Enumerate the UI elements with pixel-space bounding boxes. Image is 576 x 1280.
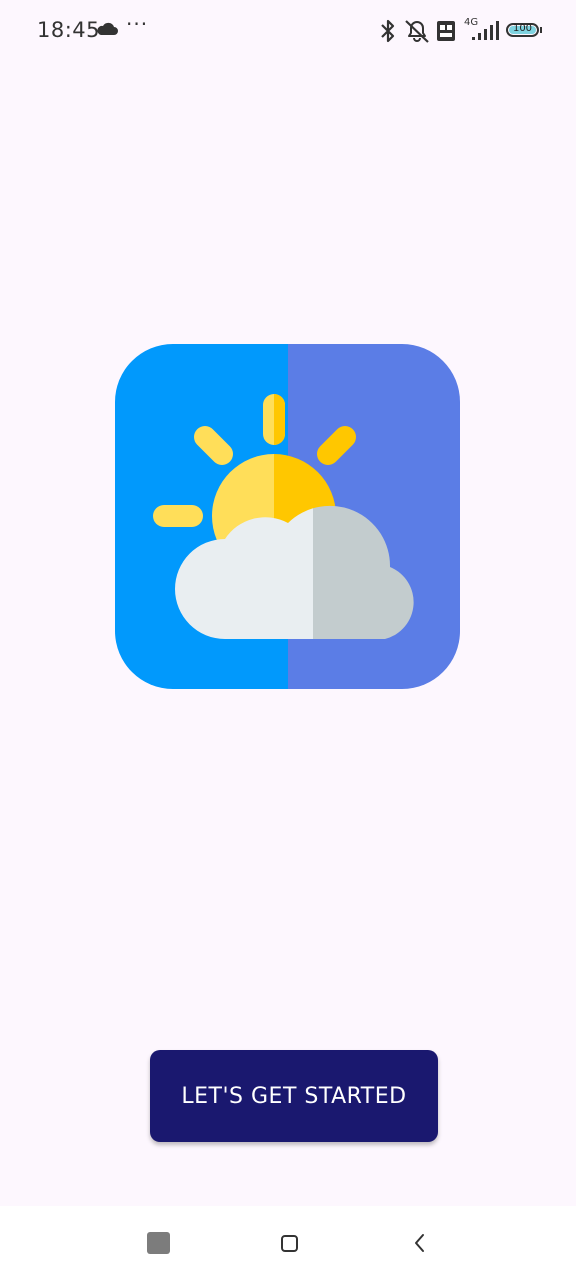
battery-icon: 100	[506, 23, 539, 37]
status-bar: 18:45 ··· 4G 100	[0, 0, 576, 62]
bluetooth-icon	[381, 19, 395, 43]
recent-apps-icon[interactable]	[147, 1232, 170, 1254]
volte-icon	[437, 21, 455, 41]
partly-cloudy-weather-icon	[115, 344, 460, 689]
silent-mode-icon	[405, 20, 429, 43]
signal-strength-icon	[472, 21, 499, 40]
home-icon[interactable]	[281, 1235, 298, 1252]
more-notifications-icon: ···	[126, 12, 149, 36]
cloud-notification-icon	[97, 22, 118, 35]
back-icon[interactable]	[410, 1232, 430, 1254]
status-time: 18:45	[37, 18, 101, 42]
navigation-bar	[0, 1206, 576, 1280]
get-started-button[interactable]: LET'S GET STARTED	[150, 1050, 438, 1142]
battery-nub	[540, 27, 542, 33]
battery-level: 100	[512, 23, 533, 34]
